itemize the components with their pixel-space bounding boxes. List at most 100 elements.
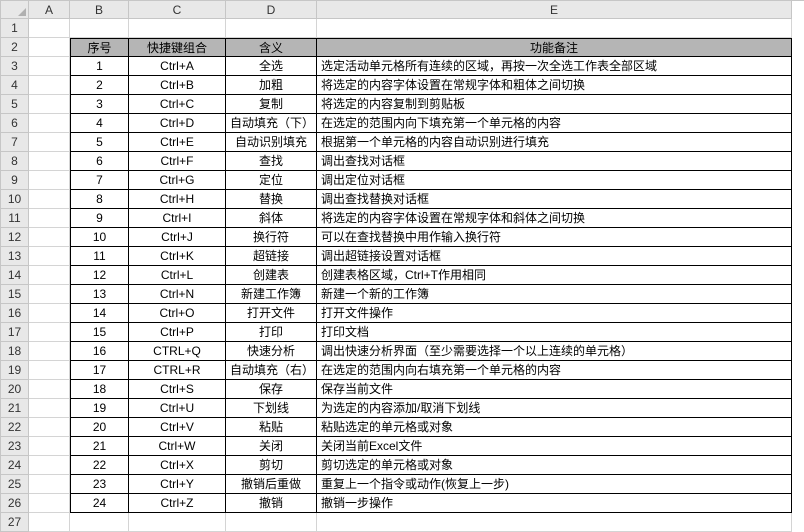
table-row[interactable]: 新建工作簿	[226, 285, 317, 304]
table-row[interactable]: 在选定的范围内向右填充第一个单元格的内容	[317, 361, 792, 380]
table-row[interactable]: 关闭当前Excel文件	[317, 437, 792, 456]
table-row[interactable]: 重复上一个指令或动作(恢复上一步)	[317, 475, 792, 494]
table-row[interactable]: Ctrl+W	[129, 437, 226, 456]
table-row[interactable]: 自动填充（下）	[226, 114, 317, 133]
cell[interactable]	[129, 513, 226, 532]
table-row[interactable]: 5	[70, 133, 129, 152]
row-header-22[interactable]: 22	[1, 418, 29, 437]
table-row[interactable]: 新建一个新的工作簿	[317, 285, 792, 304]
cell[interactable]	[70, 513, 129, 532]
cell[interactable]	[29, 418, 70, 437]
cell[interactable]	[29, 95, 70, 114]
table-row[interactable]: Ctrl+U	[129, 399, 226, 418]
table-row[interactable]: Ctrl+S	[129, 380, 226, 399]
table-row[interactable]: 22	[70, 456, 129, 475]
table-row[interactable]: 创建表格区域，Ctrl+T作用相同	[317, 266, 792, 285]
row-header-1[interactable]: 1	[1, 19, 29, 38]
table-row[interactable]: 4	[70, 114, 129, 133]
table-row[interactable]: 粘贴	[226, 418, 317, 437]
cell[interactable]	[29, 380, 70, 399]
table-row[interactable]: 13	[70, 285, 129, 304]
table-row[interactable]: 定位	[226, 171, 317, 190]
table-row[interactable]: 剪切选定的单元格或对象	[317, 456, 792, 475]
table-row[interactable]: 自动填充（右）	[226, 361, 317, 380]
table-row[interactable]: 替换	[226, 190, 317, 209]
cell[interactable]	[29, 342, 70, 361]
table-row[interactable]: 复制	[226, 95, 317, 114]
table-row[interactable]: 10	[70, 228, 129, 247]
row-header-11[interactable]: 11	[1, 209, 29, 228]
table-row[interactable]: Ctrl+A	[129, 57, 226, 76]
table-row[interactable]: 撤销	[226, 494, 317, 513]
table-row[interactable]: 19	[70, 399, 129, 418]
row-header-7[interactable]: 7	[1, 133, 29, 152]
cell[interactable]	[29, 190, 70, 209]
table-row[interactable]: Ctrl+V	[129, 418, 226, 437]
table-row[interactable]: 打印文档	[317, 323, 792, 342]
table-row[interactable]: 8	[70, 190, 129, 209]
table-row[interactable]: 撤销后重做	[226, 475, 317, 494]
table-row[interactable]: 快速分析	[226, 342, 317, 361]
table-row[interactable]: 17	[70, 361, 129, 380]
table-row[interactable]: CTRL+Q	[129, 342, 226, 361]
table-row[interactable]: 21	[70, 437, 129, 456]
table-row[interactable]: 打开文件操作	[317, 304, 792, 323]
table-row[interactable]: Ctrl+N	[129, 285, 226, 304]
table-row[interactable]: Ctrl+H	[129, 190, 226, 209]
table-row[interactable]: Ctrl+I	[129, 209, 226, 228]
table-row[interactable]: 调出查找对话框	[317, 152, 792, 171]
cell[interactable]	[29, 152, 70, 171]
table-row[interactable]: Ctrl+G	[129, 171, 226, 190]
table-row[interactable]: 选定活动单元格所有连续的区域，再按一次全选工作表全部区域	[317, 57, 792, 76]
row-header-9[interactable]: 9	[1, 171, 29, 190]
row-header-21[interactable]: 21	[1, 399, 29, 418]
table-row[interactable]: 下划线	[226, 399, 317, 418]
table-row[interactable]: 保存当前文件	[317, 380, 792, 399]
table-row[interactable]: 查找	[226, 152, 317, 171]
table-row[interactable]: Ctrl+X	[129, 456, 226, 475]
table-row[interactable]: Ctrl+P	[129, 323, 226, 342]
col-header-A[interactable]: A	[29, 1, 70, 19]
table-row[interactable]: 9	[70, 209, 129, 228]
row-header-19[interactable]: 19	[1, 361, 29, 380]
cell[interactable]	[29, 76, 70, 95]
cell[interactable]	[29, 437, 70, 456]
row-header-12[interactable]: 12	[1, 228, 29, 247]
table-row[interactable]: 换行符	[226, 228, 317, 247]
table-row[interactable]: CTRL+R	[129, 361, 226, 380]
table-row[interactable]: Ctrl+O	[129, 304, 226, 323]
cell[interactable]	[29, 171, 70, 190]
row-header-13[interactable]: 13	[1, 247, 29, 266]
row-header-6[interactable]: 6	[1, 114, 29, 133]
table-row[interactable]: Ctrl+F	[129, 152, 226, 171]
row-header-25[interactable]: 25	[1, 475, 29, 494]
col-header-D[interactable]: D	[226, 1, 317, 19]
row-header-5[interactable]: 5	[1, 95, 29, 114]
col-header-C[interactable]: C	[129, 1, 226, 19]
table-row[interactable]: 撤销一步操作	[317, 494, 792, 513]
table-row[interactable]: Ctrl+D	[129, 114, 226, 133]
table-row[interactable]: 全选	[226, 57, 317, 76]
cell[interactable]	[29, 38, 70, 57]
row-header-27[interactable]: 27	[1, 513, 29, 532]
cell[interactable]	[29, 475, 70, 494]
table-row[interactable]: 6	[70, 152, 129, 171]
table-row[interactable]: 16	[70, 342, 129, 361]
row-header-4[interactable]: 4	[1, 76, 29, 95]
table-row[interactable]: 调出定位对话框	[317, 171, 792, 190]
table-row[interactable]: 14	[70, 304, 129, 323]
table-row[interactable]: 根据第一个单元格的内容自动识别进行填充	[317, 133, 792, 152]
table-row[interactable]: 为选定的内容添加/取消下划线	[317, 399, 792, 418]
cell[interactable]	[29, 19, 70, 38]
cell[interactable]	[29, 513, 70, 532]
table-row[interactable]: 打开文件	[226, 304, 317, 323]
table-row[interactable]: 超链接	[226, 247, 317, 266]
row-header-8[interactable]: 8	[1, 152, 29, 171]
row-header-16[interactable]: 16	[1, 304, 29, 323]
row-header-3[interactable]: 3	[1, 57, 29, 76]
table-row[interactable]: 加粗	[226, 76, 317, 95]
table-row[interactable]: Ctrl+L	[129, 266, 226, 285]
cell[interactable]	[29, 494, 70, 513]
cell[interactable]	[29, 456, 70, 475]
table-row[interactable]: Ctrl+K	[129, 247, 226, 266]
